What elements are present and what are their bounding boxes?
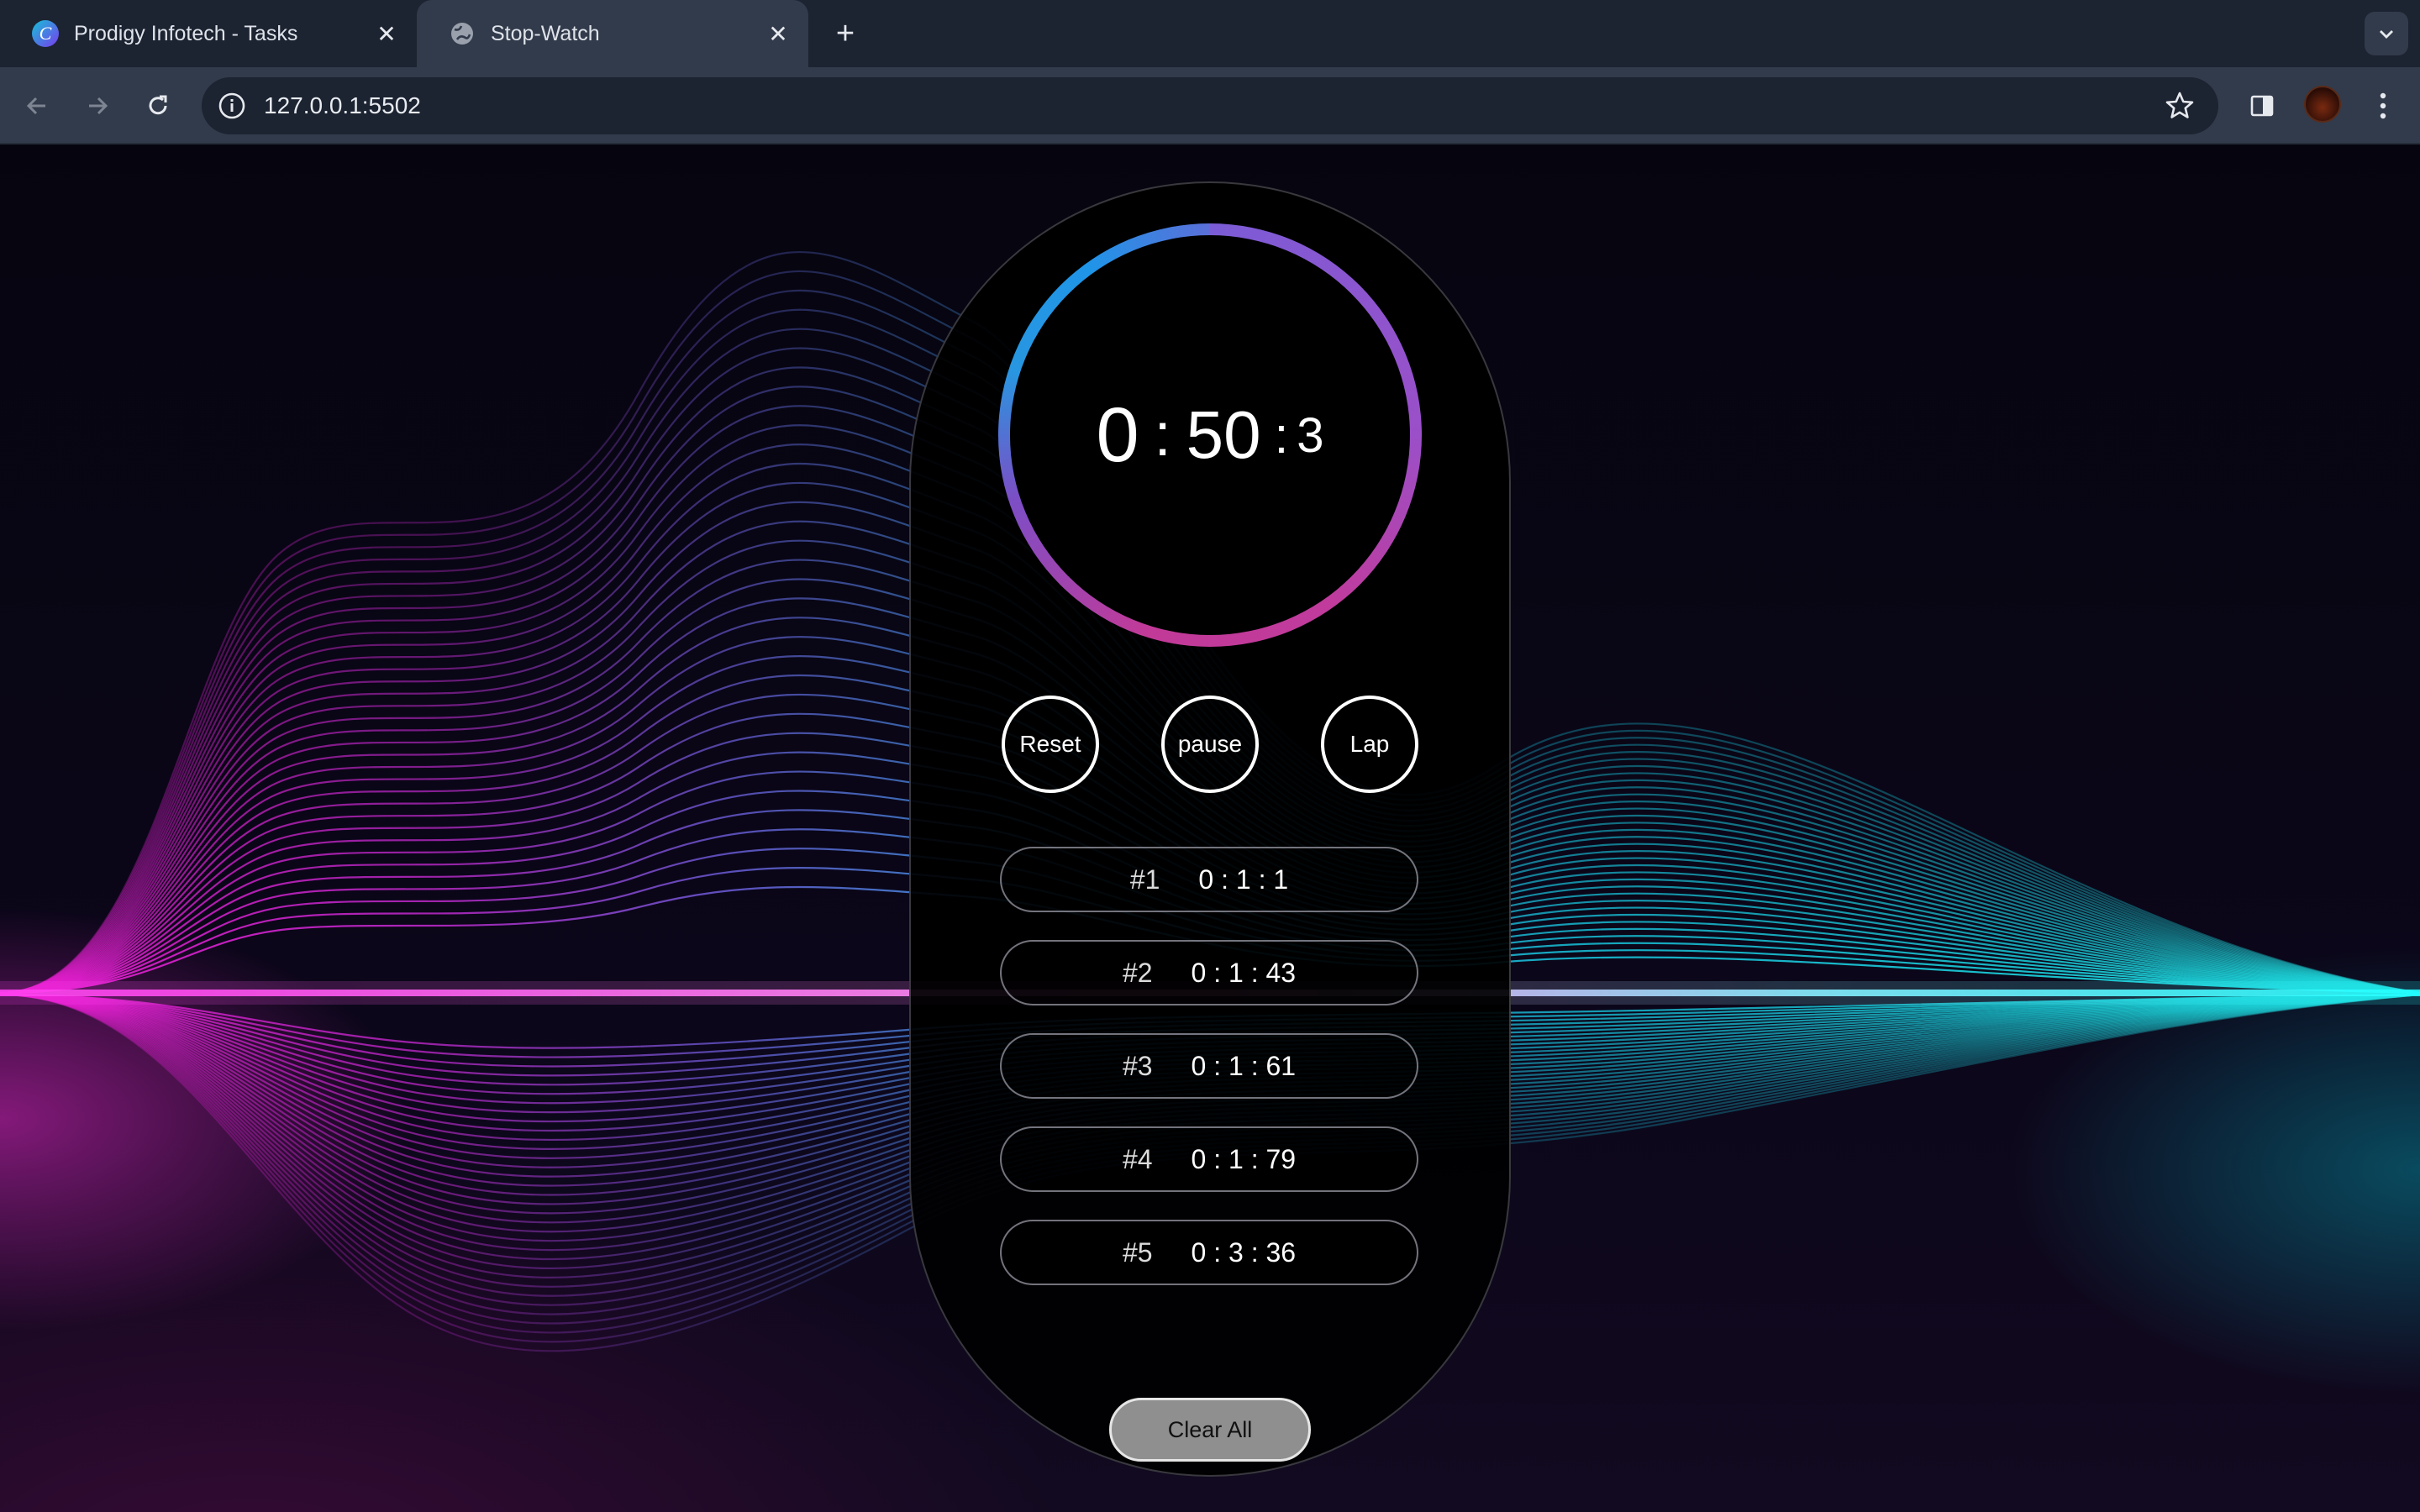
lap-time: 0 : 3 : 36 [1191, 1236, 1297, 1268]
profile-avatar[interactable] [2304, 86, 2341, 123]
tab-strip: C Prodigy Infotech - Tasks ✕ Stop-Watch … [0, 0, 2420, 67]
minutes-value: 50 [1186, 397, 1261, 472]
back-button[interactable] [17, 86, 57, 126]
tab-stop-watch[interactable]: Stop-Watch ✕ [417, 0, 808, 67]
lap-row: #3 0 : 1 : 61 [1000, 1033, 1418, 1099]
forward-button[interactable] [77, 86, 118, 126]
lap-number: #1 [1129, 864, 1160, 895]
tab-title: Prodigy Infotech - Tasks [74, 21, 298, 45]
reload-icon [149, 95, 167, 115]
pause-button[interactable]: pause [1161, 696, 1259, 793]
lap-time: 0 : 1 : 1 [1198, 864, 1289, 895]
back-arrow-icon [26, 97, 45, 115]
lap-number: #5 [1122, 1236, 1153, 1268]
new-tab-button[interactable]: + [827, 15, 864, 52]
site-info-icon[interactable] [217, 91, 247, 121]
time-separator: : [1154, 402, 1171, 469]
lap-row: #5 0 : 3 : 36 [1000, 1220, 1418, 1285]
url-text[interactable]: 127.0.0.1:5502 [264, 77, 421, 134]
hours-value: 0 [1096, 391, 1139, 478]
more-vertical-icon [2380, 92, 2386, 119]
side-panel-icon [2250, 95, 2274, 117]
lap-row: #1 0 : 1 : 1 [1000, 847, 1418, 912]
browser-menu-button[interactable] [2363, 86, 2403, 126]
lap-number: #2 [1122, 957, 1153, 988]
tab-prodigy-infotech[interactable]: C Prodigy Infotech - Tasks ✕ [0, 0, 417, 67]
lap-number: #3 [1122, 1050, 1153, 1081]
browser-toolbar: 127.0.0.1:5502 [0, 67, 2420, 144]
time-separator: : [1274, 407, 1289, 464]
lap-number: #4 [1122, 1143, 1153, 1174]
bookmark-star-icon[interactable] [2163, 89, 2196, 123]
lap-time: 0 : 1 : 43 [1191, 957, 1297, 988]
tab-title: Stop-Watch [491, 21, 600, 45]
millis-value: 3 [1297, 407, 1324, 463]
forward-arrow-icon [89, 97, 108, 115]
address-bar[interactable]: 127.0.0.1:5502 [202, 77, 2218, 134]
side-panel-button[interactable] [2242, 86, 2282, 126]
lap-button[interactable]: Lap [1321, 696, 1418, 793]
tab-search-button[interactable] [2365, 12, 2408, 55]
lap-time: 0 : 1 : 61 [1191, 1050, 1297, 1081]
reset-button[interactable]: Reset [1002, 696, 1099, 793]
clear-all-button[interactable]: Clear All [1109, 1398, 1311, 1462]
time-display: 0 : 50 : 3 [1010, 235, 1410, 635]
reload-button[interactable] [138, 86, 178, 126]
chevron-down-icon [2380, 30, 2393, 39]
canva-icon: C [32, 20, 59, 47]
lap-row: #2 0 : 1 : 43 [1000, 940, 1418, 1005]
lap-time: 0 : 1 : 79 [1191, 1143, 1297, 1174]
stopwatch: 0 : 50 : 3 Reset pause Lap #1 0 : 1 : 1 … [0, 144, 2420, 1512]
lap-row: #4 0 : 1 : 79 [1000, 1126, 1418, 1192]
close-tab-icon[interactable]: ✕ [763, 18, 793, 49]
close-tab-icon[interactable]: ✕ [371, 18, 402, 49]
globe-icon [449, 20, 476, 47]
